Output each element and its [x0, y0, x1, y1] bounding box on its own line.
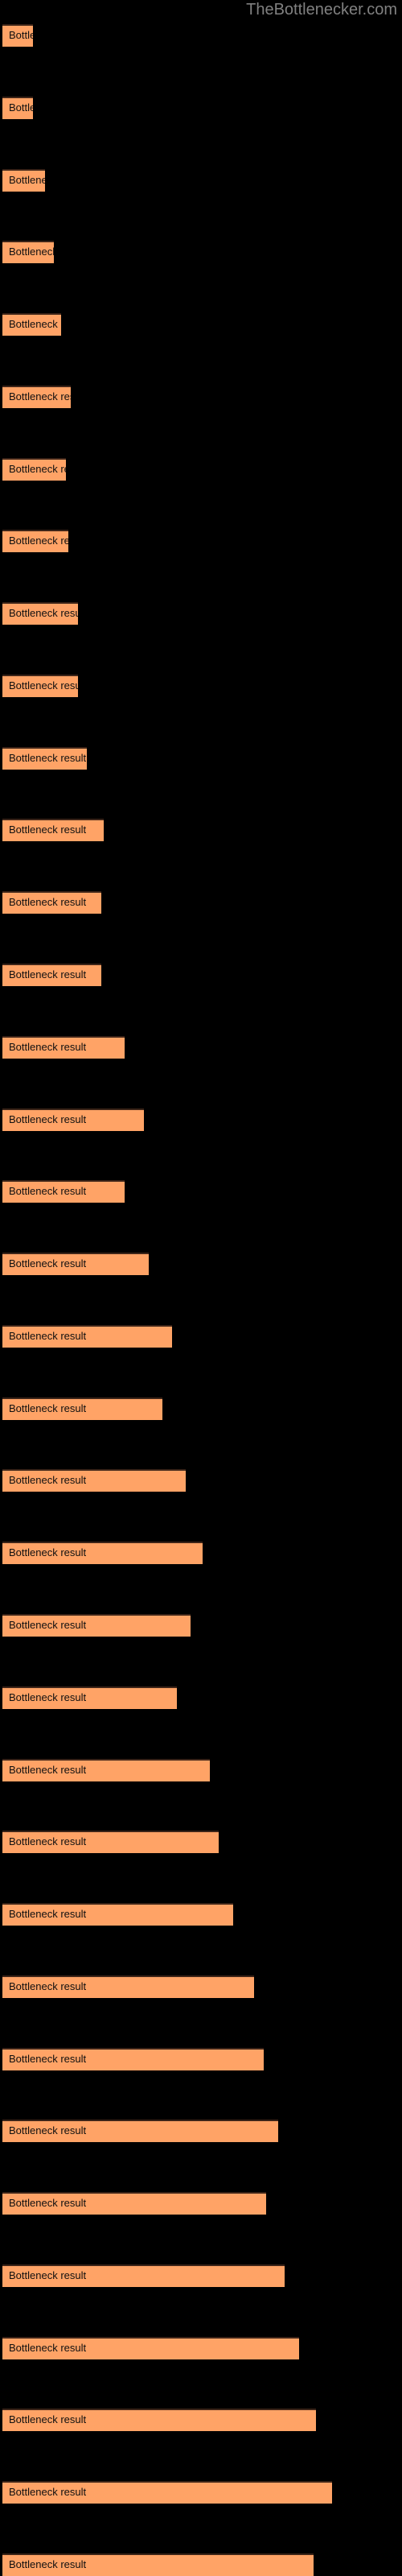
- bar-label-clip: Bottleneck result: [2, 1686, 177, 1709]
- bar-label: Bottleneck result: [9, 29, 33, 41]
- bar-label-clip: Bottleneck result: [2, 1975, 254, 1998]
- bar-label-clip: Bottleneck result: [2, 602, 78, 625]
- bar-label: Bottleneck result: [9, 968, 87, 980]
- bar-label: Bottleneck result: [9, 1113, 87, 1125]
- bar-label-clip: Bottleneck result: [2, 313, 61, 336]
- bar-label: Bottleneck result: [9, 1619, 87, 1631]
- bar-label: Bottleneck result: [9, 1330, 87, 1342]
- bar-label: Bottleneck result: [9, 1474, 87, 1486]
- bar-label: Bottleneck result: [9, 101, 33, 114]
- bar-label: Bottleneck result: [9, 1257, 87, 1269]
- bar-label: Bottleneck result: [9, 2413, 87, 2425]
- bar-label: Bottleneck result: [9, 1402, 87, 1414]
- bar-label-clip: Bottleneck result: [2, 1253, 149, 1275]
- bar-label-clip: Bottleneck result: [2, 675, 78, 697]
- bar-label: Bottleneck result: [9, 752, 87, 764]
- bar-label-clip: Bottleneck result: [2, 1903, 233, 1926]
- bar-label: Bottleneck result: [9, 824, 87, 836]
- bar-label: Bottleneck result: [9, 1908, 87, 1920]
- bar-chart: TheBottlenecker.com Bottleneck resultBot…: [0, 0, 402, 2576]
- bar-label: Bottleneck result: [9, 1980, 87, 1992]
- bar-label-clip: Bottleneck result: [2, 2120, 278, 2142]
- bar-label: Bottleneck result: [9, 2124, 87, 2136]
- bar-label: Bottleneck result: [9, 390, 71, 402]
- bar-label: Bottleneck result: [9, 679, 78, 691]
- bar-label-clip: Bottleneck result: [2, 1325, 172, 1348]
- bar-label: Bottleneck result: [9, 318, 61, 330]
- bar-label-clip: Bottleneck result: [2, 2337, 299, 2359]
- bar-label-clip: Bottleneck result: [2, 1108, 144, 1131]
- bar-label-clip: Bottleneck result: [2, 2481, 332, 2504]
- bar-label: Bottleneck result: [9, 2197, 87, 2209]
- bar-label-clip: Bottleneck result: [2, 241, 54, 263]
- bar-label: Bottleneck result: [9, 246, 54, 258]
- bar-label-clip: Bottleneck result: [2, 2048, 264, 2070]
- bar-label-clip: Bottleneck result: [2, 458, 66, 481]
- bar-label-clip: Bottleneck result: [2, 1542, 203, 1564]
- bar-label-clip: Bottleneck result: [2, 1469, 186, 1492]
- bar-label: Bottleneck result: [9, 607, 78, 619]
- bar-label-clip: Bottleneck result: [2, 891, 101, 914]
- bar-label-clip: Bottleneck result: [2, 24, 33, 47]
- bar-label: Bottleneck result: [9, 463, 66, 475]
- bar-label: Bottleneck result: [9, 2558, 87, 2570]
- bar-label: Bottleneck result: [9, 535, 68, 547]
- bar-label-clip: Bottleneck result: [2, 1831, 219, 1853]
- bar-label: Bottleneck result: [9, 1691, 87, 1703]
- bar-label: Bottleneck result: [9, 2486, 87, 2498]
- bar-label-clip: Bottleneck result: [2, 1036, 125, 1059]
- bar-label-clip: Bottleneck result: [2, 964, 101, 986]
- bar-label-clip: Bottleneck result: [2, 530, 68, 552]
- bar-label-clip: Bottleneck result: [2, 1759, 210, 1781]
- bar-label-clip: Bottleneck result: [2, 169, 45, 192]
- bar-label-clip: Bottleneck result: [2, 386, 71, 408]
- bar-label: Bottleneck result: [9, 1546, 87, 1558]
- bar-label-clip: Bottleneck result: [2, 819, 104, 841]
- bar-label: Bottleneck result: [9, 1764, 87, 1776]
- bar-label: Bottleneck result: [9, 2053, 87, 2065]
- bar-label-clip: Bottleneck result: [2, 2409, 316, 2431]
- bar-label-clip: Bottleneck result: [2, 97, 33, 119]
- bar-label-clip: Bottleneck result: [2, 1614, 191, 1637]
- bar-label-clip: Bottleneck result: [2, 2553, 314, 2576]
- bars-layer: Bottleneck result Bottleneck result Bottle…: [0, 0, 402, 2576]
- bar-label-clip: Bottleneck result: [2, 747, 87, 770]
- bar-label: Bottleneck result: [9, 1041, 87, 1053]
- bar-label: Bottleneck result: [9, 1185, 87, 1197]
- bar-label: Bottleneck result: [9, 896, 87, 908]
- bar-label: Bottleneck result: [9, 2269, 87, 2281]
- bar-label-clip: Bottleneck result: [2, 2192, 266, 2215]
- bar-label: Bottleneck result: [9, 174, 45, 186]
- bar-label-clip: Bottleneck result: [2, 2264, 285, 2287]
- bar-label-clip: Bottleneck result: [2, 1397, 162, 1420]
- bar-label: Bottleneck result: [9, 1835, 87, 1847]
- bar-label-clip: Bottleneck result: [2, 1180, 125, 1203]
- bar-label: Bottleneck result: [9, 2342, 87, 2354]
